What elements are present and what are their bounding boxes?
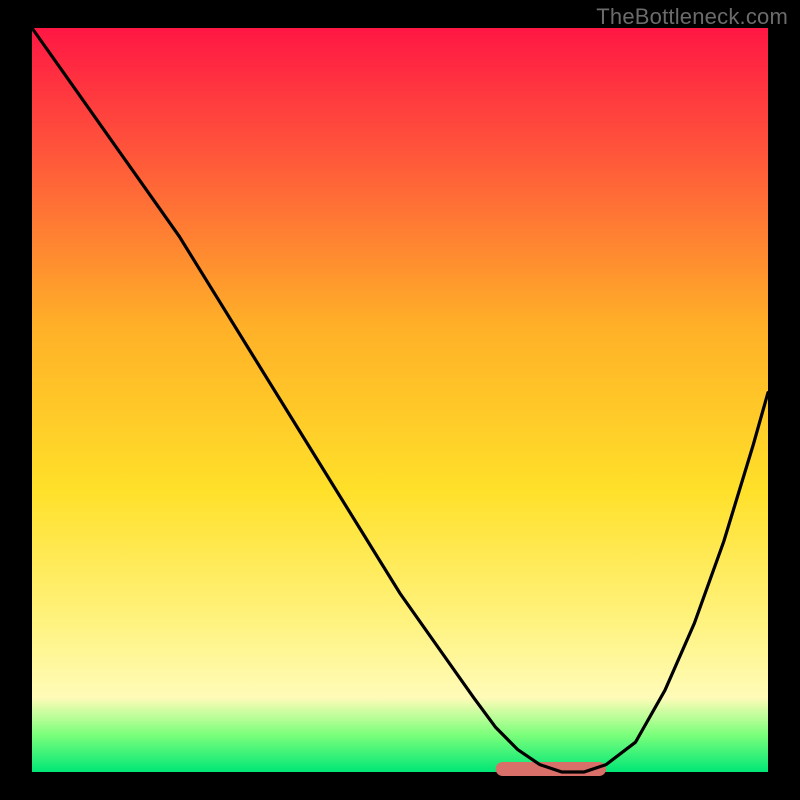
chart-frame: TheBottleneck.com — [0, 0, 800, 800]
plot-background — [32, 28, 768, 772]
watermark-text: TheBottleneck.com — [596, 4, 788, 30]
bottleneck-chart — [0, 0, 800, 800]
